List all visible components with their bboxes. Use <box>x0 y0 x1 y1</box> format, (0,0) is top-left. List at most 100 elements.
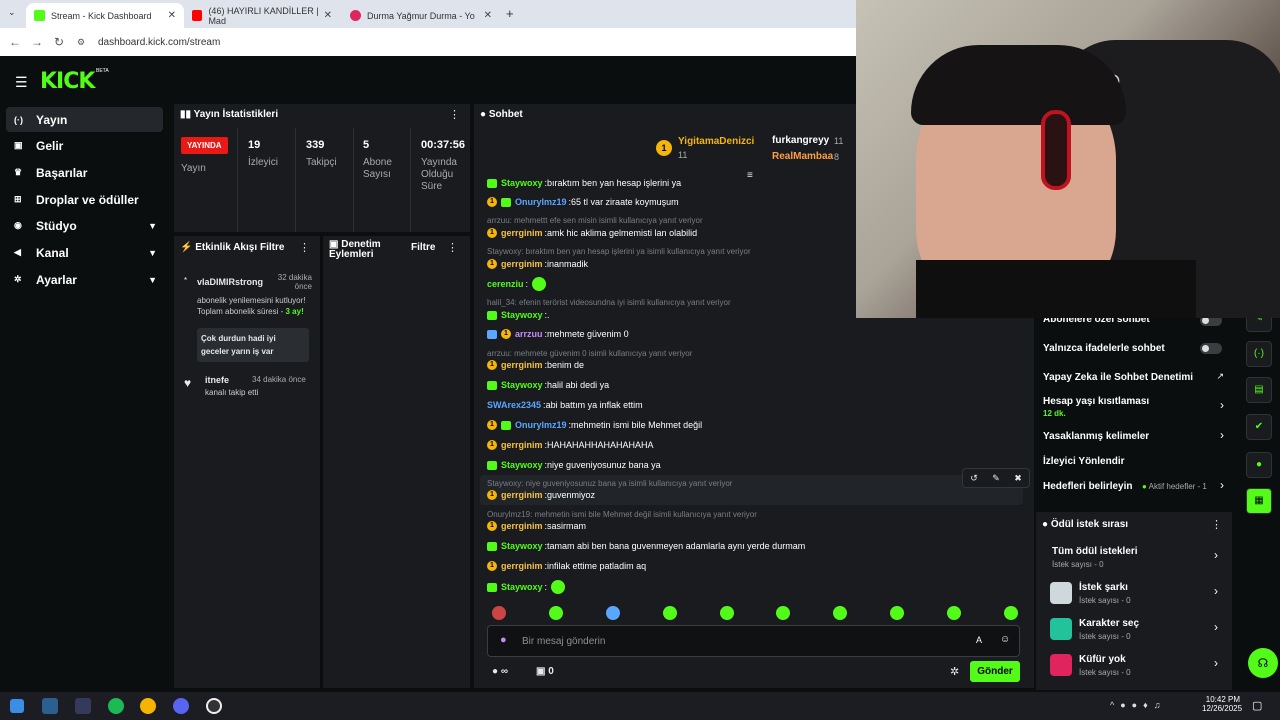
top-gifter-2[interactable]: furkangreyy <box>772 135 829 146</box>
chat-message[interactable]: SWArex2345: abi battım ya inflak ettim <box>487 400 643 410</box>
chevron-right-icon[interactable]: › <box>1220 398 1224 412</box>
emote-icon[interactable] <box>890 606 905 620</box>
emoji-icon[interactable]: ☺ <box>1000 634 1010 645</box>
reward-song[interactable]: İstek şarkı İstek sayısı - 0 <box>1079 582 1131 605</box>
emote-icon[interactable] <box>776 606 791 620</box>
notification-icon[interactable]: ▢ <box>1252 699 1262 712</box>
chat-username[interactable]: Staywoxy <box>501 460 543 470</box>
site-info-icon[interactable]: ⚙ <box>70 37 92 48</box>
setting-banned-words[interactable]: Yasaklanmış kelimeler <box>1043 431 1149 442</box>
chat-message[interactable]: 1 gerrginim: HAHAHAHHAHAHAHAHA <box>487 440 654 450</box>
translate-icon[interactable]: A <box>976 635 982 645</box>
delete-icon[interactable]: ✖ <box>1014 473 1022 484</box>
sidebar-item-gelir[interactable]: ▣ Gelir <box>6 133 163 158</box>
obs-icon[interactable] <box>206 698 222 714</box>
reply-context[interactable]: Staywoxy: niye guveniyosunuz bana ya isi… <box>487 479 732 488</box>
chat-username[interactable]: Staywoxy <box>501 582 543 592</box>
chat-message[interactable]: 1 gerrginim: amk hic aklima gelmemisti la… <box>487 228 697 238</box>
chat-input[interactable]: ● Bir mesaj gönderin A ☺ <box>487 625 1020 657</box>
reply-context[interactable]: Onurylmz19: mehmetin ismi bile Mehmet de… <box>487 510 757 519</box>
chat-message[interactable]: 1 Onurylmz19: mehmetin ismi bile Mehmet d… <box>487 420 702 430</box>
setting-goals[interactable]: Hedefleri belirleyin <box>1043 481 1132 492</box>
chat-message[interactable]: 1 gerrginim: sasirmam <box>487 521 586 531</box>
emote-icon[interactable] <box>492 606 506 620</box>
send-button[interactable]: Gönder <box>970 661 1020 682</box>
emote-only-toggle[interactable] <box>1200 343 1222 354</box>
tab-youtube[interactable]: (46) HAYIRLI KANDİLLER | Mad ✕ <box>184 3 340 28</box>
broadcast-icon[interactable]: (·) <box>1246 341 1272 367</box>
external-link-icon[interactable]: ↗ <box>1216 371 1224 382</box>
close-icon[interactable]: ✕ <box>324 10 332 21</box>
sidebar-item-yayin[interactable]: (·) Yayın <box>6 107 163 132</box>
more-icon[interactable]: ⋮ <box>1211 518 1222 531</box>
wrench-icon[interactable]: ✔ <box>1246 414 1272 440</box>
tab-music[interactable]: Durma Yağmur Durma - Yo ✕ <box>342 3 500 28</box>
emote-icon[interactable] <box>719 606 734 620</box>
chat-username[interactable]: gerrginim <box>501 440 543 450</box>
chevron-right-icon[interactable]: › <box>1220 478 1224 492</box>
chevron-right-icon[interactable]: › <box>1214 656 1218 670</box>
forward-icon[interactable]: → <box>26 35 48 49</box>
sidebar-item-basarilar[interactable]: ♛ Başarılar <box>6 160 163 185</box>
reward-all[interactable]: Tüm ödül istekleri İstek sayısı - 0 <box>1052 546 1138 569</box>
reply-context[interactable]: arrzuu: mehmete güvenim 0 isimli kullanı… <box>487 349 692 358</box>
reply-context[interactable]: halil_34: efenin terörist videosundna iy… <box>487 298 731 307</box>
chat-username[interactable]: gerrginim <box>501 259 543 269</box>
sidebar-item-droplar[interactable]: ⊞ Droplar ve ödüller <box>6 187 163 212</box>
emote-icon[interactable] <box>833 606 848 620</box>
chat-username[interactable]: Staywoxy <box>501 541 543 551</box>
settings-icon[interactable]: ✲ <box>950 665 959 678</box>
reply-context[interactable]: Staywoxy: bıraktım ben yan hesap işlerin… <box>487 247 751 256</box>
chat-message[interactable]: 1 gerrginim: inanmadik <box>487 259 588 269</box>
discord-icon[interactable] <box>173 698 189 714</box>
chat-username[interactable]: SWArex2345 <box>487 400 541 410</box>
chat-message[interactable]: Staywoxy: <box>487 580 566 594</box>
close-icon[interactable]: ✕ <box>484 10 492 21</box>
clock[interactable]: 10:42 PM 12/26/2025 <box>1202 695 1242 713</box>
setting-raid[interactable]: İzleyici Yönlendir <box>1043 456 1125 467</box>
chat-username[interactable]: Onurylmz19 <box>515 420 567 430</box>
emote-icon[interactable] <box>1003 606 1018 620</box>
reload-icon[interactable]: ↻ <box>48 35 70 49</box>
sidebar-item-kanal[interactable]: ◀ Kanal ▼ <box>6 240 163 265</box>
reward-no-swear[interactable]: Küfür yok İstek sayısı - 0 <box>1079 654 1131 677</box>
more-icon[interactable]: ⋮ <box>447 241 458 254</box>
menu-icon[interactable]: ☰ <box>15 74 28 91</box>
chat-message[interactable]: 1 arrzuu: mehmete güvenim 0 <box>487 329 629 339</box>
top-gifter-1[interactable]: YigitamaDenizci <box>678 136 754 147</box>
tab-list-icon[interactable]: ⌄ <box>8 7 16 18</box>
app-icon[interactable] <box>42 698 58 714</box>
scroll-down-icon[interactable]: ≡ <box>747 170 753 181</box>
back-icon[interactable]: ← <box>4 35 26 49</box>
chat-message[interactable]: cerenziu: <box>487 277 547 291</box>
chat-username[interactable]: gerrginim <box>501 228 543 238</box>
kick-logo[interactable]: KICK <box>40 69 95 94</box>
event-user[interactable]: vlaDIMIRstrong <box>197 277 263 287</box>
start-icon[interactable] <box>10 699 24 713</box>
chat-username[interactable]: arrzuu <box>515 329 543 339</box>
pin-icon[interactable]: ✎ <box>992 473 1000 484</box>
emote-icon[interactable] <box>548 606 563 620</box>
reply-context[interactable]: arrzuu: mehmettt efe sen misin isimli ku… <box>487 216 703 225</box>
reply-icon[interactable]: ↺ <box>970 473 978 484</box>
event-user[interactable]: itnefe <box>205 375 229 385</box>
setting-account-age[interactable]: Hesap yaşı kısıtlaması 12 dk. <box>1043 396 1149 418</box>
more-icon[interactable]: ⋮ <box>299 241 310 254</box>
chrome-icon[interactable] <box>140 698 156 714</box>
reward-icon[interactable]: ● <box>1246 452 1272 478</box>
spotify-icon[interactable] <box>108 698 124 714</box>
chevron-right-icon[interactable]: › <box>1214 548 1218 562</box>
emote-icon[interactable] <box>662 606 677 620</box>
app-icon[interactable] <box>75 698 91 714</box>
chat-message[interactable]: 1 gerrginim: infilak ettime patladim aq <box>487 561 646 571</box>
support-icon[interactable]: ☊ <box>1248 648 1278 678</box>
chat-message[interactable]: 1 gerrginim: benim de <box>487 360 584 370</box>
filter-button[interactable]: Filtre <box>411 242 435 253</box>
chat-username[interactable]: Staywoxy <box>501 178 543 188</box>
chat-username[interactable]: Staywoxy <box>501 380 543 390</box>
chat-message[interactable]: Staywoxy: bıraktım ben yan hesap işlerin… <box>487 178 681 188</box>
chat-username[interactable]: gerrginim <box>501 561 543 571</box>
chat-message[interactable]: 1 gerrginim: guvenmiyoz <box>487 490 595 500</box>
chevron-right-icon[interactable]: › <box>1214 584 1218 598</box>
chat-username[interactable]: gerrginim <box>501 521 543 531</box>
